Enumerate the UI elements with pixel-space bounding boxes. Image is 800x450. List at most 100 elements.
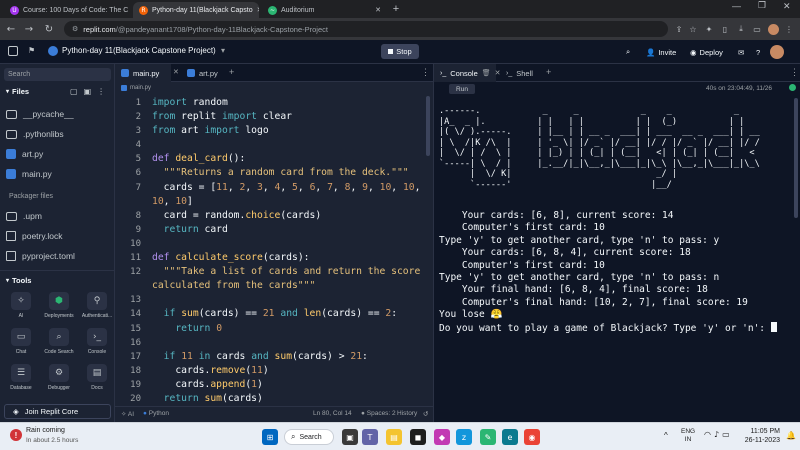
line-number: 17 [130, 351, 141, 362]
weather-alert-icon[interactable]: ! [10, 429, 22, 441]
browser-tab-replit[interactable]: R Python-day 11(Blackjack Capsto ✕ [133, 2, 259, 18]
add-tab-icon[interactable]: + [229, 67, 234, 77]
browser-tab-auditorium[interactable]: ~ Auditorium ✕ [262, 2, 387, 18]
bookmark-star-icon[interactable]: ☆ [686, 22, 700, 36]
search-icon[interactable]: ⌕ [626, 45, 630, 59]
editor-scrollbar[interactable] [426, 96, 430, 156]
files-heading[interactable]: ▾ Files [6, 87, 29, 96]
forward-icon[interactable]: → [22, 22, 36, 36]
file-explorer-icon[interactable]: ▤ [386, 429, 402, 445]
back-icon[interactable]: ← [4, 22, 18, 36]
browser-menu-icon[interactable]: ⋮ [782, 22, 796, 36]
close-tab-icon[interactable]: ✕ [173, 68, 179, 76]
file-item-art[interactable]: art.py [6, 146, 43, 162]
terminal-cursor[interactable] [770, 321, 777, 332]
notifications-icon[interactable]: ✉ [738, 45, 744, 59]
tool-docs[interactable]: ▤ Docs [79, 364, 115, 391]
minimize-icon[interactable]: — [732, 1, 741, 11]
clock[interactable]: 11:05 PM 26-11-2023 [738, 427, 780, 445]
python-file-icon [187, 69, 195, 77]
task-view-icon[interactable]: ▣ [342, 429, 358, 445]
tab-art-py[interactable]: art.py [181, 64, 225, 82]
breadcrumb[interactable]: main.py [115, 82, 433, 94]
language-indicator[interactable]: ENG IN [681, 428, 695, 444]
file-item-main[interactable]: main.py [6, 166, 52, 182]
tab-main-py[interactable]: main.py [115, 64, 171, 82]
pycharm-icon[interactable]: ✎ [480, 429, 496, 445]
new-tab-icon[interactable]: + [389, 2, 403, 16]
sidebar-icon[interactable]: ▯ [718, 22, 732, 36]
browser-tab-bar: U Course: 100 Days of Code: The C ✕ R Py… [0, 0, 800, 18]
toggle-sidebar-icon[interactable] [8, 46, 18, 56]
tools-heading[interactable]: ▾ Tools [6, 276, 31, 285]
system-tray[interactable]: ◠♪▭ [704, 430, 733, 439]
site-info-icon[interactable]: ⚙ [72, 25, 78, 33]
tool-ai[interactable]: ✧ AI [3, 292, 39, 319]
help-icon[interactable]: ? [756, 45, 760, 59]
file-item-upm[interactable]: .upm [6, 208, 42, 224]
tool-chat[interactable]: ▭ Chat [3, 328, 39, 355]
console-scrollbar[interactable] [794, 98, 798, 218]
reload-icon[interactable]: ↻ [42, 22, 56, 36]
stop-button[interactable]: Stop [381, 44, 419, 59]
file-actions[interactable]: ▢▣⋮ [70, 87, 111, 96]
chrome-icon[interactable]: ◉ [524, 429, 540, 445]
app-icon[interactable]: ◆ [434, 429, 450, 445]
browser-tab-course[interactable]: U Course: 100 Days of Code: The C ✕ [4, 2, 129, 18]
language-status[interactable]: ● Python [143, 410, 169, 417]
invite-button[interactable]: 👤 Invite [646, 45, 676, 59]
code-content[interactable]: import random from replit import clear f… [152, 96, 422, 406]
file-item-pythonlibs[interactable]: .pythonlibs [6, 126, 64, 142]
console-menu-icon[interactable]: ⋮ [790, 67, 799, 78]
history-button[interactable]: History [397, 410, 417, 417]
replit-logo-icon[interactable]: ⚑ [28, 46, 38, 56]
output-line: Your cards: [6, 8], current score: 14 [439, 210, 674, 221]
add-tab-icon[interactable]: + [546, 67, 551, 77]
notification-bell-icon[interactable]: 🔔 [786, 431, 796, 440]
project-name[interactable]: Python-day 11(Blackjack Capstone Project… [62, 46, 216, 55]
file-item-poetry-lock[interactable]: poetry.lock [6, 228, 62, 244]
tab-shell[interactable]: ›_ Shell [500, 64, 544, 82]
tool-debugger[interactable]: ⚙ Debugger [41, 364, 77, 391]
url-field[interactable]: ⚙ replit.com/@pandeyanant1708/Python-day… [64, 21, 668, 37]
url-domain: replit.com [83, 24, 116, 34]
project-dropdown-icon[interactable]: ▾ [221, 46, 225, 55]
maximize-icon[interactable]: ❐ [758, 1, 766, 11]
tab-search-icon[interactable]: ▭ [750, 22, 764, 36]
user-avatar[interactable] [770, 45, 784, 59]
downloads-icon[interactable]: ⤓ [734, 22, 748, 36]
share-icon[interactable]: ⇪ [672, 22, 686, 36]
close-tab-icon[interactable]: ✕ [257, 6, 259, 14]
ai-status[interactable]: ✧ AI [121, 410, 134, 418]
extensions-icon[interactable]: ✦ [702, 22, 716, 36]
tool-deployments[interactable]: ⬢ Deployments [41, 292, 77, 319]
tool-authentication[interactable]: ⚲ Authenticati... [79, 292, 115, 319]
clear-console-icon[interactable]: 🗑 [482, 69, 491, 77]
file-item-pycache[interactable]: __pycache__ [6, 106, 74, 122]
sidebar-search-input[interactable]: Search [4, 68, 111, 81]
tool-database[interactable]: ☰ Database [3, 364, 39, 391]
show-hidden-icons[interactable]: ^ [664, 431, 668, 440]
deploy-button[interactable]: ◉ Deploy [690, 45, 723, 59]
run-badge[interactable]: Run [449, 84, 475, 94]
taskbar-search[interactable]: ⌕ Search [284, 429, 334, 445]
windows-start-icon[interactable]: ⊞ [262, 429, 278, 445]
tab-console[interactable]: ›_ Console 🗑 ✕ [434, 64, 501, 82]
profile-avatar[interactable] [766, 22, 780, 36]
tool-code-search[interactable]: ⌕ Code Search [41, 328, 77, 355]
indent-status[interactable]: ● Spaces: 2 [361, 410, 396, 417]
tool-console[interactable]: ›_ Console [79, 328, 115, 355]
file-item-pyproject[interactable]: pyproject.toml [6, 248, 75, 264]
close-tab-icon[interactable]: ✕ [375, 6, 381, 14]
edge-icon[interactable]: e [502, 429, 518, 445]
editor-menu-icon[interactable]: ⋮ [421, 67, 430, 78]
weather-title[interactable]: Rain coming [26, 427, 65, 434]
teams-icon[interactable]: T [362, 429, 378, 445]
console-output[interactable]: Your cards: [6, 8], current score: 14 Co… [439, 210, 777, 335]
join-replit-core-button[interactable]: ◈ Join Replit Core [4, 404, 111, 419]
history-icon[interactable]: ↺ [423, 410, 428, 418]
cursor-position[interactable]: Ln 80, Col 14 [313, 410, 352, 417]
close-window-icon[interactable]: ✕ [783, 1, 791, 12]
store-icon[interactable]: ◼ [410, 429, 426, 445]
zoom-icon[interactable]: z [456, 429, 472, 445]
